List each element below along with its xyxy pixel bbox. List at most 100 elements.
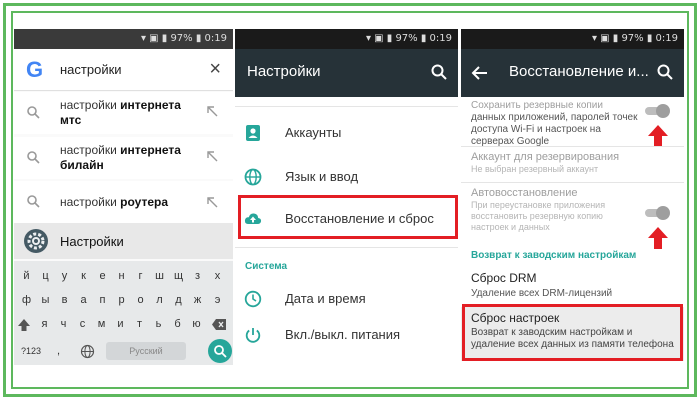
search-icon — [27, 106, 40, 119]
suggestion-item[interactable]: настройки интернета билайн — [14, 137, 233, 179]
key[interactable]: ф — [18, 289, 35, 312]
fill-query-arrow-icon[interactable] — [205, 195, 219, 209]
search-input[interactable]: настройки — [60, 62, 122, 77]
account-icon — [246, 125, 260, 141]
screen-google-search: ▾ ▣ ▮ 97% ▮ 0:19 G настройки × настройки… — [14, 29, 233, 365]
key[interactable]: ш — [151, 265, 168, 288]
key[interactable]: а — [75, 289, 92, 312]
symbols-key[interactable]: ?123 — [18, 340, 44, 363]
space-bar[interactable]: Русский — [106, 342, 186, 360]
google-logo-icon: G — [26, 57, 44, 82]
key[interactable]: ц — [37, 265, 54, 288]
status-bar: ▾ ▣ ▮ 97% ▮ 0:19 — [235, 29, 458, 49]
key[interactable]: щ — [170, 265, 187, 288]
search-icon — [27, 195, 40, 208]
key[interactable]: у — [56, 265, 73, 288]
settings-item-label: Дата и время — [285, 291, 366, 306]
key[interactable]: я — [36, 313, 53, 336]
toolbar: Настройки — [235, 49, 458, 97]
key[interactable]: к — [75, 265, 92, 288]
suggestion-text: настройки роутера — [60, 195, 169, 209]
setting-description: данных приложений, паролей точек доступа… — [471, 112, 638, 147]
screen-settings: ▾ ▣ ▮ 97% ▮ 0:19 Настройки Аккаунты Язык… — [235, 29, 458, 365]
back-arrow-icon[interactable] — [471, 64, 489, 82]
divider — [235, 247, 458, 248]
key[interactable]: ж — [189, 289, 206, 312]
fill-query-arrow-icon[interactable] — [205, 104, 219, 118]
app-result-settings[interactable]: Настройки — [14, 223, 233, 259]
screen-backup-reset: ▾ ▣ ▮ 97% ▮ 0:19 Восстановление и... Сох… — [461, 29, 684, 365]
search-bar[interactable]: G настройки × — [14, 49, 233, 91]
setting-backup-account[interactable]: Аккаунт для резервирования Не выбран рез… — [471, 151, 661, 175]
settings-item-accounts[interactable]: Аккаунты — [235, 115, 458, 151]
keyboard-search-button[interactable] — [208, 339, 232, 363]
setting-title: Сброс DRM — [471, 271, 537, 285]
key[interactable]: в — [56, 289, 73, 312]
suggestion-item[interactable]: настройки роутера — [14, 181, 233, 223]
setting-autorestore[interactable]: Автовосстановление При переустановке при… — [471, 187, 641, 233]
settings-app-icon — [24, 229, 48, 253]
key[interactable]: ю — [188, 313, 205, 336]
key[interactable]: о — [132, 289, 149, 312]
divider — [461, 146, 684, 147]
backspace-key-icon[interactable] — [211, 318, 227, 331]
comma-key[interactable]: , — [50, 340, 67, 363]
section-header-factory: Возврат к заводским настройкам — [471, 250, 637, 261]
key[interactable]: с — [74, 313, 91, 336]
key[interactable]: ч — [55, 313, 72, 336]
key[interactable]: л — [151, 289, 168, 312]
key[interactable]: х — [209, 265, 226, 288]
key[interactable]: т — [131, 313, 148, 336]
red-arrow-annotation-icon — [648, 227, 668, 249]
page-title: Восстановление и... — [509, 63, 649, 80]
backup-toggle[interactable] — [642, 104, 672, 118]
search-icon[interactable] — [656, 63, 674, 81]
status-bar: ▾ ▣ ▮ 97% ▮ 0:19 — [14, 29, 233, 49]
key[interactable]: э — [209, 289, 226, 312]
globe-icon — [244, 168, 262, 186]
search-icon — [27, 151, 40, 164]
search-icon — [214, 345, 227, 358]
key[interactable]: ы — [37, 289, 54, 312]
key[interactable]: ь — [150, 313, 167, 336]
settings-item-language[interactable]: Язык и ввод — [235, 159, 458, 195]
key[interactable]: з — [189, 265, 206, 288]
setting-title: Аккаунт для резервирования — [471, 151, 620, 163]
power-icon — [245, 328, 261, 343]
toolbar: Восстановление и... — [461, 49, 684, 97]
key[interactable]: г — [132, 265, 149, 288]
key[interactable]: д — [170, 289, 187, 312]
key[interactable]: р — [113, 289, 130, 312]
key[interactable]: б — [169, 313, 186, 336]
highlight-box — [238, 195, 458, 239]
setting-description: При переустановке приложения восстановит… — [471, 200, 606, 232]
key[interactable]: й — [18, 265, 35, 288]
suggestion-text: настройки интернета билайн — [60, 143, 181, 172]
key[interactable]: н — [113, 265, 130, 288]
key[interactable]: п — [94, 289, 111, 312]
setting-drm-reset[interactable]: Сброс DRM Удаление всех DRM-лицензий — [471, 271, 661, 300]
search-icon[interactable] — [430, 63, 448, 81]
key[interactable]: е — [94, 265, 111, 288]
red-arrow-annotation-icon — [648, 125, 668, 147]
fill-query-arrow-icon[interactable] — [205, 149, 219, 163]
shift-key-icon[interactable] — [17, 318, 31, 332]
clock-icon — [244, 290, 262, 308]
language-globe-icon[interactable] — [80, 344, 95, 359]
autorestore-toggle[interactable] — [642, 206, 672, 220]
setting-description: Удаление всех DRM-лицензий — [471, 288, 613, 299]
clear-search-icon[interactable]: × — [209, 58, 221, 81]
key[interactable]: м — [93, 313, 110, 336]
suggestion-text: настройки интернета мтс — [60, 98, 181, 127]
key[interactable]: и — [112, 313, 129, 336]
settings-item-date-time[interactable]: Дата и время — [235, 281, 458, 317]
page-title: Настройки — [247, 63, 321, 80]
setting-backup-data[interactable]: Сохранить резервные копии данных приложе… — [471, 99, 641, 148]
settings-item-power[interactable]: Вкл./выкл. питания — [235, 317, 458, 353]
settings-item-label: Вкл./выкл. питания — [285, 327, 401, 342]
status-bar: ▾ ▣ ▮ 97% ▮ 0:19 — [461, 29, 684, 49]
app-result-label: Настройки — [60, 234, 124, 249]
divider — [235, 106, 458, 107]
settings-item-label: Язык и ввод — [285, 169, 359, 184]
suggestion-item[interactable]: настройки интернета мтс — [14, 92, 233, 134]
